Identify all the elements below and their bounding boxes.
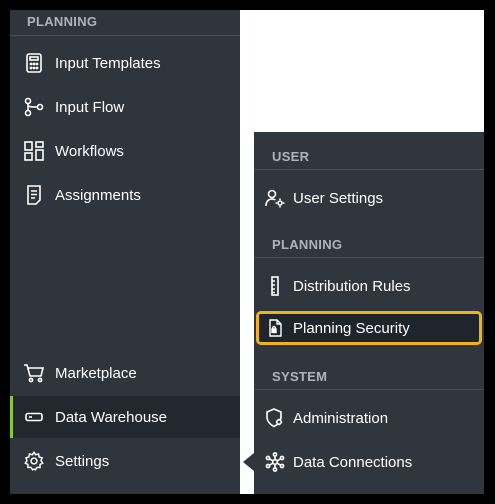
flyout-item-data-connections[interactable]: Data Connections [254, 440, 484, 484]
flyout-item-label: Distribution Rules [293, 277, 411, 295]
sidebar-item-data-warehouse[interactable]: Data Warehouse [10, 396, 240, 438]
flyout-item-label: Data Connections [293, 453, 413, 471]
flyout-item-administration[interactable]: Administration [254, 396, 484, 440]
cart-icon [23, 362, 45, 384]
sidebar-item-marketplace[interactable]: Marketplace [10, 352, 240, 394]
flyout-item-user-settings[interactable]: User Settings [254, 176, 484, 220]
assignments-icon [23, 184, 45, 206]
admin-shield-icon [265, 407, 285, 429]
flyout-section-planning: PLANNING [254, 220, 484, 258]
flyout-item-label: Administration [293, 409, 389, 427]
flow-icon [23, 96, 45, 118]
sidebar-item-workflows[interactable]: Workflows [10, 130, 240, 172]
sidebar-item-label: Assignments [55, 186, 141, 204]
sidebar-item-label: Marketplace [55, 364, 137, 382]
calculator-icon [23, 52, 45, 74]
sidebar-item-label: Input Templates [55, 54, 161, 72]
ruler-icon [265, 275, 285, 297]
settings-flyout-menu: USER User Settings PLANNING Distribution… [254, 132, 484, 494]
flyout-item-planning-security[interactable]: Planning Security [256, 311, 482, 345]
sidebar-item-label: Input Flow [55, 98, 125, 116]
flyout-item-label: User Settings [293, 189, 384, 207]
sidebar-item-assignments[interactable]: Assignments [10, 174, 240, 216]
flyout-item-distribution-rules[interactable]: Distribution Rules [254, 264, 484, 308]
workflows-icon [23, 140, 45, 162]
security-document-icon [265, 317, 285, 339]
flyout-item-label: Planning Security [293, 319, 410, 337]
flyout-pointer-arrow [243, 453, 254, 471]
sidebar-section-planning: PLANNING [10, 10, 240, 36]
sidebar-item-settings[interactable]: Settings [10, 440, 240, 482]
warehouse-icon [23, 406, 45, 428]
sidebar-item-input-flow[interactable]: Input Flow [10, 86, 240, 128]
sidebar: PLANNING Input Templates Input Flow Work… [10, 10, 240, 494]
flyout-section-user: USER [254, 132, 484, 170]
app-frame: PLANNING Input Templates Input Flow Work… [10, 10, 484, 494]
gear-icon [23, 450, 45, 472]
sidebar-item-label: Workflows [55, 142, 124, 160]
sidebar-item-label: Data Warehouse [55, 408, 168, 426]
sidebar-item-input-templates[interactable]: Input Templates [10, 42, 240, 84]
network-icon [265, 451, 285, 473]
user-settings-icon [265, 187, 285, 209]
sidebar-item-label: Settings [55, 452, 110, 470]
flyout-section-system: SYSTEM [254, 352, 484, 390]
